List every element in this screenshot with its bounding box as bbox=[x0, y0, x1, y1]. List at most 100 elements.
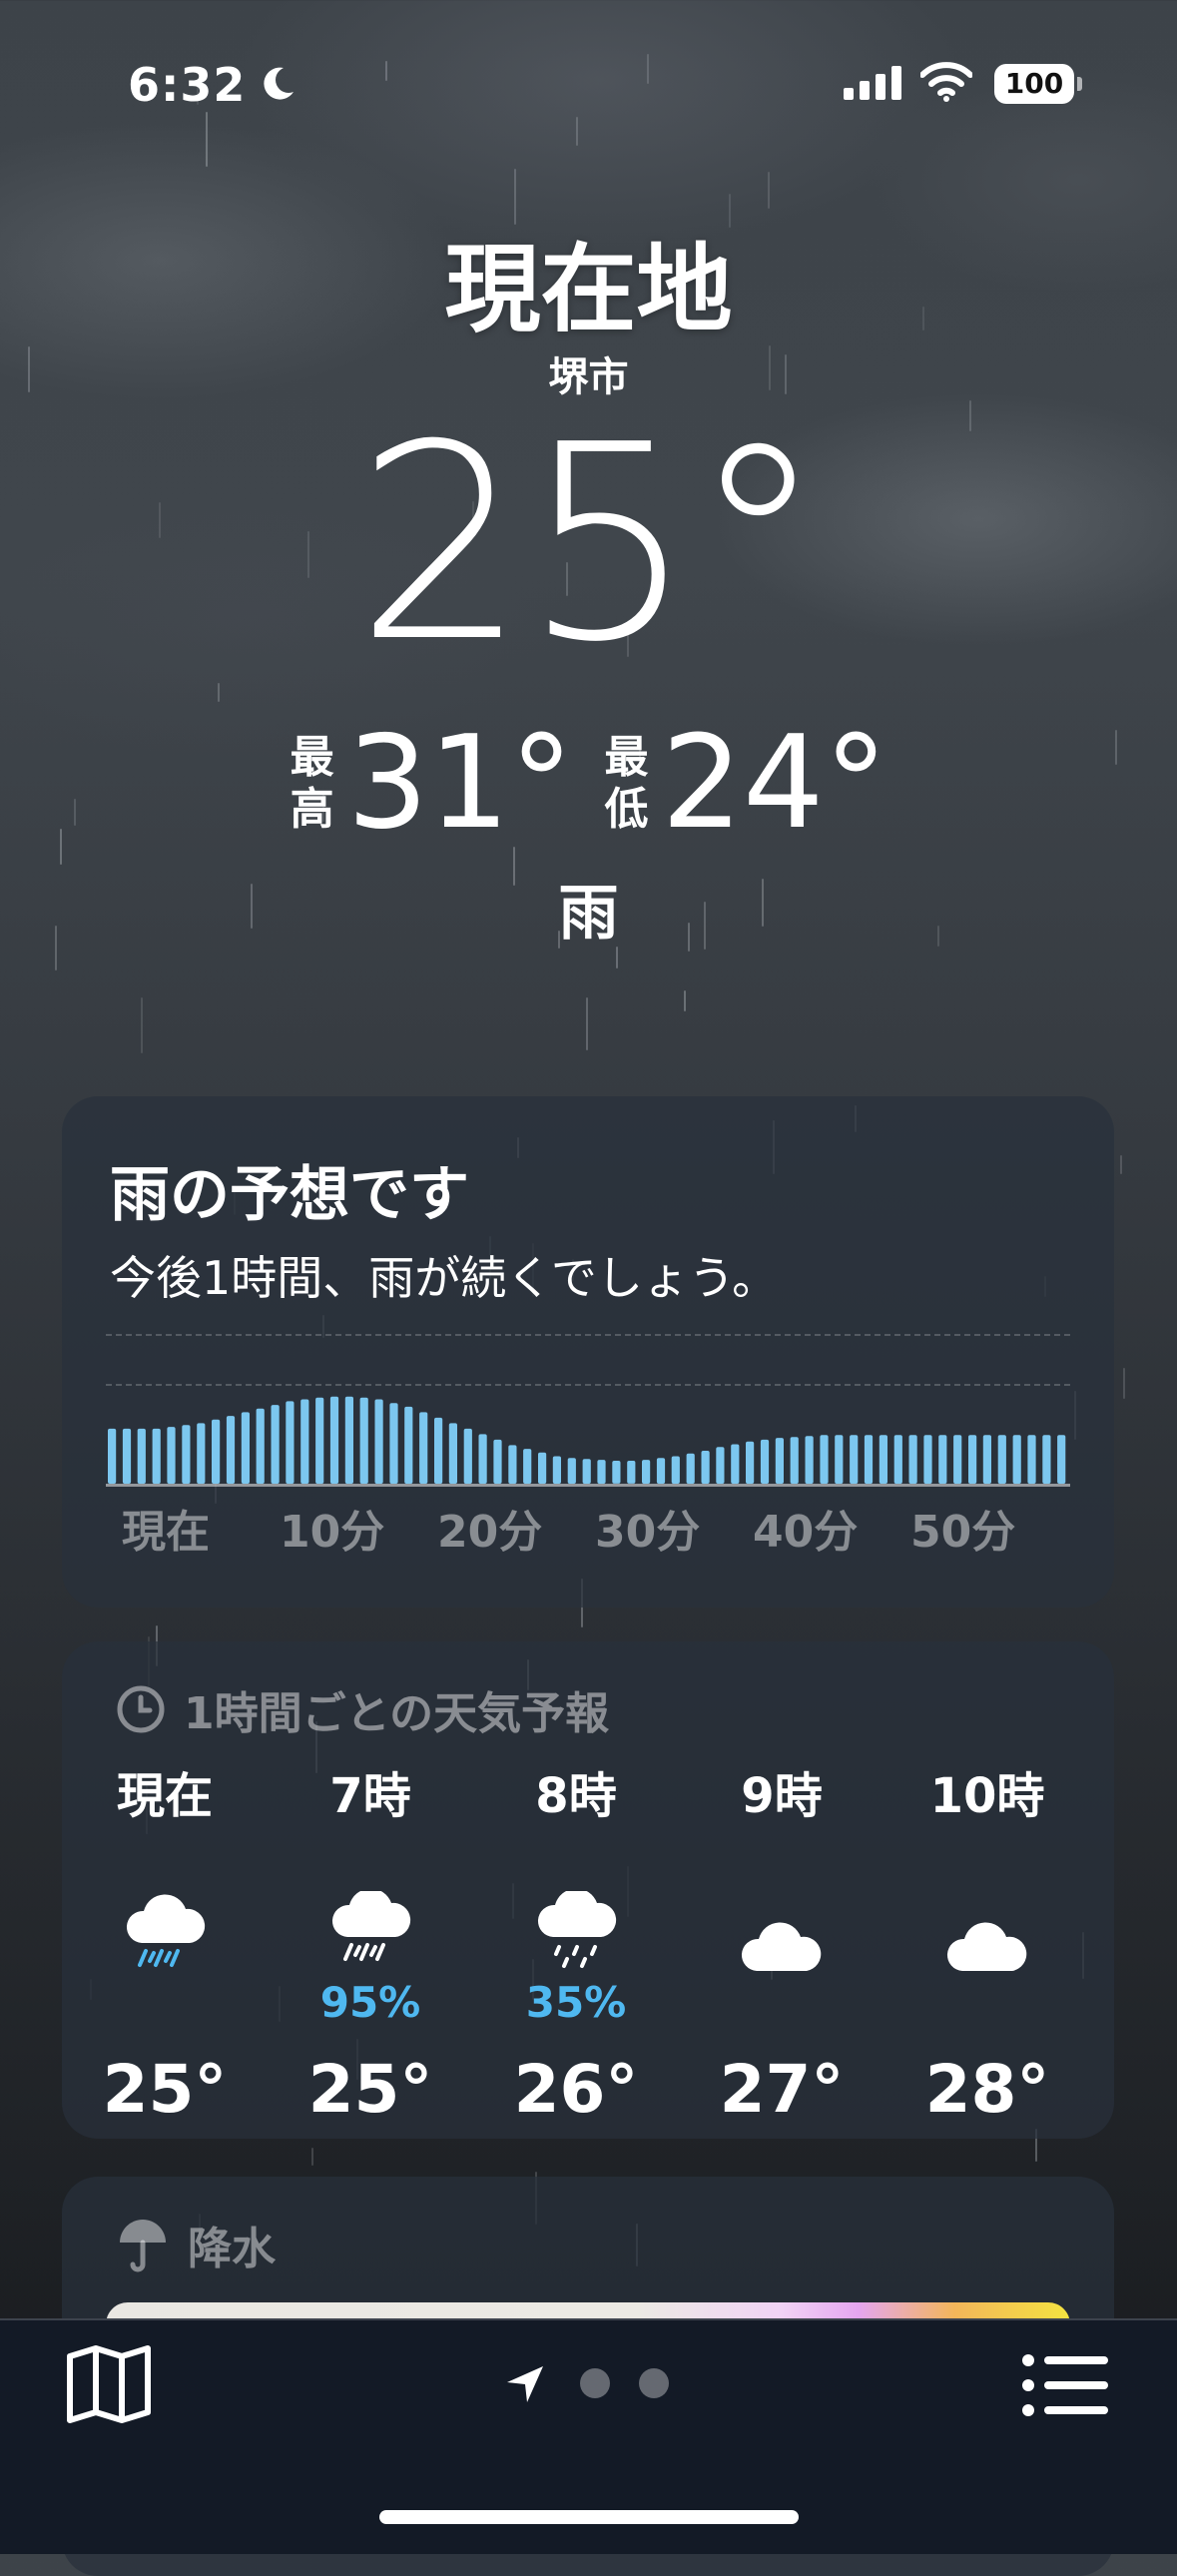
hour-temperature: 25° bbox=[307, 2051, 433, 2128]
rain-bar bbox=[552, 1456, 561, 1484]
battery-icon: 100 bbox=[994, 64, 1074, 104]
rain-bar bbox=[1027, 1435, 1036, 1484]
rain-bar bbox=[538, 1452, 547, 1484]
rain-bar bbox=[1042, 1435, 1051, 1484]
rain-streak bbox=[385, 61, 387, 81]
rain-streak bbox=[647, 54, 649, 84]
rain-bar bbox=[122, 1428, 132, 1484]
rain-bar bbox=[508, 1445, 517, 1484]
rain-bar bbox=[152, 1428, 161, 1484]
rain-bar bbox=[137, 1428, 146, 1484]
rain-bar bbox=[923, 1435, 932, 1484]
list-icon[interactable] bbox=[1022, 2354, 1108, 2416]
location-arrow-icon[interactable] bbox=[505, 2364, 545, 2404]
rain-bar bbox=[597, 1460, 606, 1484]
rain-bar bbox=[271, 1405, 280, 1484]
precip-header: 降水 bbox=[116, 2213, 276, 2276]
high-low-temperatures: 最高 31° 最低 24° bbox=[0, 714, 1177, 854]
rain-bar bbox=[226, 1416, 236, 1484]
hour-time: 7時 bbox=[329, 1768, 411, 1824]
hour-precip-chance bbox=[62, 1979, 268, 2027]
hour-column-8: 8時 35% 26° bbox=[473, 1761, 679, 2128]
rain-bar bbox=[567, 1458, 576, 1484]
low-value: 24° bbox=[661, 709, 888, 858]
rain-card-title: 雨の予想です bbox=[110, 1160, 469, 1230]
hourly-forecast-card[interactable]: 1時間ごとの天気予報 現在 25° 7時 95% 25° 8時 35% 26° … bbox=[62, 1641, 1114, 2139]
rain-bar bbox=[612, 1461, 621, 1484]
home-indicator[interactable] bbox=[379, 2510, 799, 2524]
rain-bar bbox=[982, 1435, 991, 1484]
rain-streak bbox=[586, 997, 588, 1050]
chart-gridline bbox=[106, 1334, 1070, 1336]
hour-temperature: 26° bbox=[513, 2051, 639, 2128]
rain-streak bbox=[311, 2148, 313, 2166]
status-time: 6:32 bbox=[128, 58, 247, 112]
rain-bar bbox=[997, 1435, 1006, 1484]
rain-bar bbox=[389, 1403, 398, 1484]
rain-bar bbox=[419, 1412, 428, 1484]
hour-temperature: 27° bbox=[719, 2051, 845, 2128]
axis-label-30min: 30分 bbox=[595, 1507, 701, 1558]
rain-streak bbox=[206, 112, 208, 167]
hour-temperature: 25° bbox=[102, 2051, 228, 2128]
rain-bar bbox=[167, 1427, 176, 1484]
rain-bar bbox=[1057, 1435, 1066, 1484]
weather-condition: 雨 bbox=[558, 879, 619, 949]
rain-bar bbox=[656, 1458, 666, 1484]
rain-bar bbox=[879, 1435, 887, 1484]
umbrella-icon bbox=[120, 2220, 166, 2272]
rain-bar bbox=[448, 1423, 457, 1484]
rain-bar bbox=[197, 1423, 206, 1484]
rain-bar bbox=[582, 1459, 591, 1484]
rain-bar bbox=[256, 1408, 265, 1484]
rain-bar bbox=[805, 1436, 814, 1484]
rain-streak bbox=[1120, 1155, 1122, 1174]
rain-streak bbox=[141, 997, 143, 1053]
hour-temperature: 28° bbox=[924, 2051, 1050, 2128]
hour-time: 8時 bbox=[535, 1768, 617, 1824]
rain-bar bbox=[182, 1425, 191, 1484]
rain-bar bbox=[893, 1435, 902, 1484]
rain-bar bbox=[523, 1449, 532, 1484]
rain-bar bbox=[212, 1419, 221, 1484]
clock-icon bbox=[117, 1685, 165, 1733]
rain-forecast-card[interactable]: 雨の予想です 今後1時間、雨が続くでしょう。 現在 10分 20分 30分 40… bbox=[62, 1096, 1114, 1608]
high-temperature: 最高 31° bbox=[290, 714, 574, 854]
rain-bar bbox=[404, 1406, 413, 1484]
rain-bar bbox=[344, 1396, 353, 1484]
rain-bar bbox=[300, 1399, 309, 1484]
map-icon[interactable] bbox=[66, 2344, 152, 2424]
rain-bar bbox=[835, 1435, 844, 1484]
signal-icon bbox=[844, 66, 901, 100]
rain-bar bbox=[701, 1451, 710, 1484]
precip-header-label: 降水 bbox=[188, 2224, 276, 2274]
axis-label-40min: 40分 bbox=[753, 1507, 859, 1558]
hour-precip-chance: 35% bbox=[525, 1978, 627, 2027]
hour-time: 9時 bbox=[741, 1768, 823, 1824]
cloud-drizzle-icon bbox=[473, 1855, 679, 1975]
location-title: 現在地 bbox=[444, 234, 733, 345]
rain-bar bbox=[790, 1437, 799, 1484]
rain-bar bbox=[731, 1444, 740, 1484]
rain-bar bbox=[1012, 1435, 1021, 1484]
page-dot[interactable] bbox=[580, 2368, 610, 2398]
rain-bar bbox=[315, 1397, 324, 1484]
hour-time: 現在 bbox=[116, 1768, 213, 1824]
rain-bar bbox=[374, 1399, 383, 1484]
low-label: 最低 bbox=[604, 732, 649, 835]
rain-bar bbox=[716, 1447, 725, 1484]
rain-bar bbox=[908, 1435, 917, 1484]
axis-label-now: 現在 bbox=[122, 1507, 210, 1558]
rain-bar bbox=[850, 1435, 859, 1484]
hour-precip-chance bbox=[679, 1979, 884, 2027]
rain-bar bbox=[775, 1438, 784, 1484]
wifi-icon bbox=[920, 62, 972, 102]
rain-intensity-chart bbox=[108, 1396, 1066, 1484]
hourly-header-label: 1時間ごとの天気予報 bbox=[184, 1688, 610, 1739]
low-temperature: 最低 24° bbox=[604, 714, 888, 854]
hour-time: 10時 bbox=[929, 1768, 1045, 1824]
page-dot[interactable] bbox=[639, 2368, 669, 2398]
current-temperature: 25° bbox=[355, 386, 826, 701]
rain-streak bbox=[684, 990, 686, 1011]
rain-bar bbox=[627, 1461, 636, 1484]
